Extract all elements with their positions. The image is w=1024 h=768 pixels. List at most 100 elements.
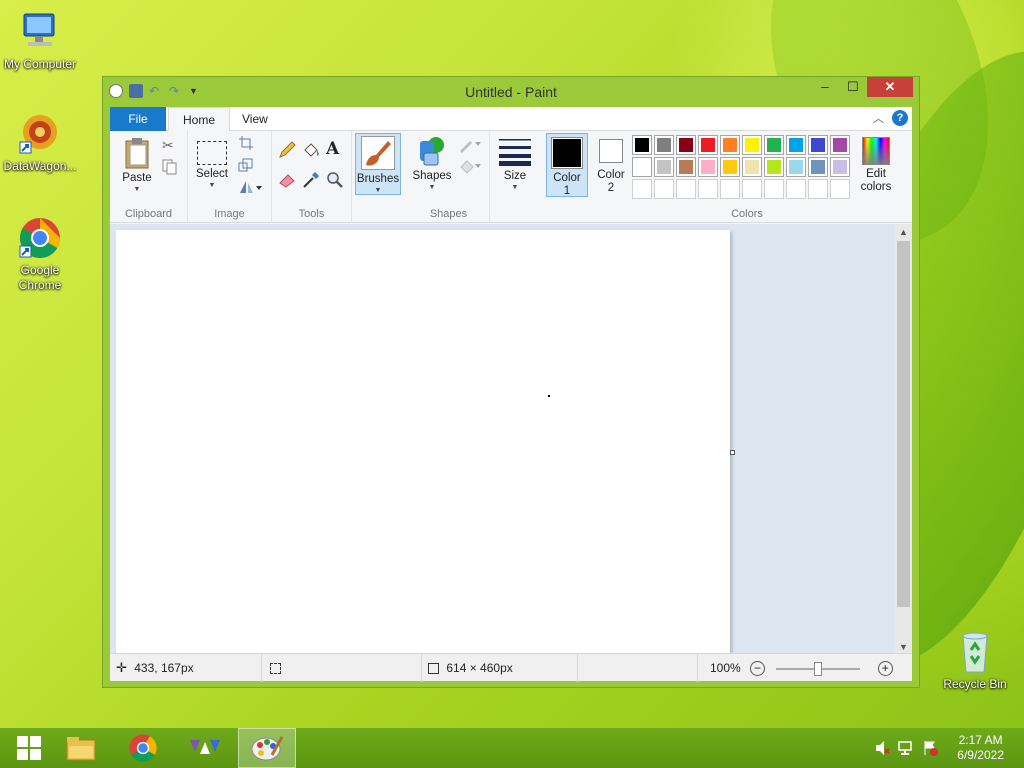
palette-swatch[interactable] <box>720 179 740 199</box>
outline-icon[interactable] <box>458 137 482 153</box>
palette-swatch[interactable] <box>654 179 674 199</box>
volume-muted-icon[interactable] <box>874 740 890 759</box>
palette-swatch[interactable] <box>808 157 828 177</box>
tab-home[interactable]: Home <box>168 107 231 132</box>
palette-swatch[interactable] <box>720 157 740 177</box>
color-palette <box>632 135 850 199</box>
canvas-workspace: ▲ ▼ <box>110 224 912 656</box>
paste-button[interactable]: Paste ▼ <box>118 135 156 194</box>
palette-swatch[interactable] <box>830 157 850 177</box>
brushes-button[interactable]: Brushes ▼ <box>355 133 401 195</box>
magnifier-icon[interactable] <box>326 171 343 188</box>
taskbar-file-explorer[interactable] <box>52 728 110 768</box>
palette-swatch[interactable] <box>742 179 762 199</box>
desktop-icon-datawagon[interactable]: DataWagon... <box>0 112 80 174</box>
palette-swatch[interactable] <box>764 135 784 155</box>
size-button[interactable]: Size ▼ <box>496 135 534 192</box>
network-icon[interactable] <box>898 740 914 759</box>
status-bar: ✛ 433, 167px 614 × 460px 100% − + <box>110 653 912 682</box>
palette-swatch[interactable] <box>676 135 696 155</box>
taskbar-app-triangles[interactable] <box>176 728 234 768</box>
action-center-icon[interactable] <box>922 740 938 759</box>
close-button[interactable]: ✕ <box>867 77 913 97</box>
select-button[interactable]: Select ▼ <box>192 135 232 190</box>
palette-swatch[interactable] <box>698 179 718 199</box>
edit-colors-icon <box>862 137 890 165</box>
palette-swatch[interactable] <box>786 157 806 177</box>
palette-swatch[interactable] <box>698 135 718 155</box>
scrollbar-thumb[interactable] <box>897 241 910 607</box>
color2-button[interactable]: Color 2 <box>592 136 630 195</box>
desktop-icon-label: Recycle Bin <box>943 677 1007 691</box>
windows-logo-icon <box>17 736 41 760</box>
palette-swatch[interactable] <box>654 157 674 177</box>
palette-swatch[interactable] <box>742 135 762 155</box>
palette-swatch[interactable] <box>830 135 850 155</box>
zoom-out-icon[interactable]: − <box>750 661 766 676</box>
palette-swatch[interactable] <box>676 157 696 177</box>
help-icon[interactable]: ? <box>892 110 908 126</box>
zoom-in-icon[interactable]: + <box>877 661 893 676</box>
window-title: Untitled - Paint <box>465 84 557 100</box>
tab-view[interactable]: View <box>228 107 282 131</box>
zoom-slider-thumb[interactable] <box>814 661 823 676</box>
size-group: Size ▼ <box>490 131 542 223</box>
edit-colors-button[interactable]: Edit colors <box>856 135 896 194</box>
shapes-button[interactable]: Shapes ▼ <box>412 133 452 192</box>
rotate-icon[interactable] <box>238 179 262 195</box>
palette-swatch[interactable] <box>654 135 674 155</box>
shapes-dropdown-icon: ▼ <box>428 184 436 191</box>
vertical-scrollbar[interactable]: ▲ ▼ <box>895 224 912 656</box>
palette-swatch[interactable] <box>786 135 806 155</box>
taskbar-paint[interactable] <box>238 728 296 768</box>
crop-icon[interactable] <box>238 135 254 151</box>
size-dropdown-icon: ▼ <box>511 184 519 191</box>
desktop-icon-google-chrome[interactable]: Google Chrome <box>0 216 80 293</box>
palette-swatch[interactable] <box>764 179 784 199</box>
desktop-icon-my-computer[interactable]: My Computer <box>0 10 80 72</box>
cut-icon[interactable]: ✂ <box>162 137 178 153</box>
taskbar-chrome[interactable] <box>114 728 172 768</box>
maximize-button[interactable]: ☐ <box>839 77 867 97</box>
select-label: Select <box>196 168 228 180</box>
desktop-icon-recycle-bin[interactable]: Recycle Bin <box>935 630 1015 692</box>
pencil-icon[interactable] <box>278 141 296 158</box>
colors-group-label: Colors <box>731 208 763 220</box>
eraser-icon[interactable] <box>278 171 295 188</box>
title-bar[interactable]: ↶ ↷ ▼ Untitled - Paint – ☐ ✕ <box>103 77 919 107</box>
palette-swatch[interactable] <box>632 135 652 155</box>
image-group: Select ▼ Image <box>188 131 272 223</box>
edit-colors-label-1: Edit <box>866 168 886 180</box>
color1-label: Color <box>553 172 581 184</box>
palette-swatch[interactable] <box>632 179 652 199</box>
start-button[interactable] <box>0 728 58 768</box>
canvas-size-icon <box>428 663 439 675</box>
palette-swatch[interactable] <box>632 157 652 177</box>
copy-icon[interactable] <box>162 159 178 175</box>
shapes-group: Shapes ▼ Shapes <box>408 131 490 223</box>
palette-swatch[interactable] <box>786 179 806 199</box>
palette-swatch[interactable] <box>808 179 828 199</box>
palette-swatch[interactable] <box>764 157 784 177</box>
clock[interactable]: 2:17 AM 6/9/2022 <box>957 733 1004 763</box>
palette-swatch[interactable] <box>742 157 762 177</box>
color1-button[interactable]: Color 1 <box>546 133 588 197</box>
canvas-resize-handle-right[interactable] <box>730 450 735 455</box>
scroll-up-icon[interactable]: ▲ <box>895 224 912 241</box>
fill-icon[interactable] <box>458 159 482 175</box>
palette-swatch[interactable] <box>808 135 828 155</box>
tab-file[interactable]: File <box>110 107 166 131</box>
palette-swatch[interactable] <box>720 135 740 155</box>
drawing-canvas[interactable] <box>116 230 730 656</box>
palette-swatch[interactable] <box>698 157 718 177</box>
color-picker-icon[interactable] <box>302 171 319 188</box>
palette-swatch[interactable] <box>676 179 696 199</box>
fill-bucket-icon[interactable] <box>302 141 319 157</box>
collapse-ribbon-icon[interactable]: ︿ <box>873 110 884 126</box>
text-tool-icon[interactable]: A <box>326 139 342 159</box>
minimize-button[interactable]: – <box>811 77 839 97</box>
brushes-group: Brushes ▼ <box>352 131 408 223</box>
palette-swatch[interactable] <box>830 179 850 199</box>
resize-icon[interactable] <box>238 157 254 173</box>
zoom-slider[interactable] <box>776 661 861 676</box>
